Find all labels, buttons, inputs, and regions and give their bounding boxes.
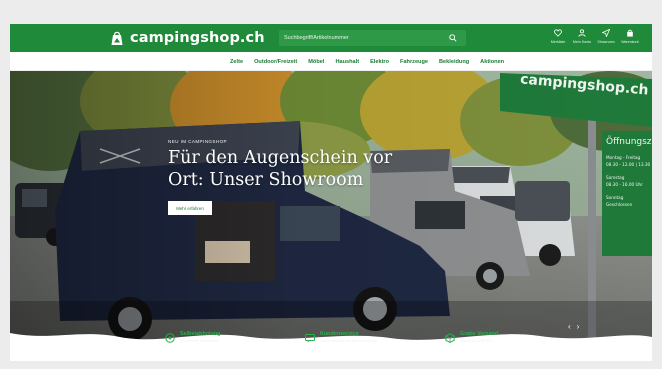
nav-item-bekleidung[interactable]: Bekleidung: [439, 59, 469, 65]
logo-text: campingshop.ch: [130, 30, 265, 46]
usp-title: Gratis Versand: [460, 331, 499, 337]
shopping-bag-icon: [627, 29, 633, 37]
hero-eyebrow: NEU IM CAMPINGSHOP: [168, 139, 228, 144]
usp-subtitle: Schon ab CHF 50.-: [460, 339, 493, 343]
nav-item-elektro[interactable]: Elektro: [370, 59, 389, 65]
hours-line-5: Sonntag: [606, 195, 624, 200]
account-label: Mein Konto: [572, 40, 592, 44]
usp-item-pickup[interactable]: Selbstabholung in unserem Showroom: [165, 331, 220, 343]
hours-line-3: Samstag: [606, 175, 625, 180]
search-icon[interactable]: [449, 34, 457, 42]
hero-slider[interactable]: campingshop.ch Öffnungsz Montag - Freita…: [10, 71, 652, 361]
usp-title: Kundenservice: [320, 331, 359, 337]
wishlist-label: Merkliste: [550, 40, 566, 44]
usp-item-shipping[interactable]: Gratis Versand Schon ab CHF 50.-: [445, 331, 498, 343]
hero-cta-button[interactable]: Mehr erfahren: [168, 201, 212, 215]
nav-item-aktionen[interactable]: Aktionen: [480, 59, 504, 65]
showroom-label: Showroom: [597, 40, 615, 44]
cart-label: Warenkorb: [621, 40, 639, 44]
wishlist-button[interactable]: Merkliste: [546, 27, 570, 50]
shopping-bag-logo-icon: [111, 31, 123, 45]
usp-title: Selbstabholung: [180, 331, 221, 337]
location-arrow-icon: [602, 29, 610, 37]
search-input[interactable]: [284, 30, 444, 46]
nav-item-fahrzeuge[interactable]: Fahrzeuge: [400, 59, 428, 65]
account-button[interactable]: Mein Konto: [570, 27, 594, 50]
site-header: campingshop.ch Merkliste Mein Kon: [10, 24, 652, 52]
hours-line-2: 08.30 - 12.00 | 13.30: [606, 162, 651, 167]
showroom-button[interactable]: Showroom: [594, 27, 618, 50]
location-pin-icon: [165, 333, 175, 343]
cart-button[interactable]: Warenkorb: [618, 27, 642, 50]
package-icon: [445, 333, 455, 343]
hours-line-4: 08.30 - 16.00 Uhr: [606, 182, 643, 187]
hero-showroom-image: [10, 71, 652, 361]
hours-title: Öffnungsz: [606, 137, 652, 147]
site-logo[interactable]: campingshop.ch: [110, 29, 265, 47]
search-bar: [279, 30, 466, 46]
chat-icon: [305, 334, 315, 343]
usp-subtitle: in unserem Showroom: [180, 339, 218, 343]
nav-item-moebel[interactable]: Möbel: [308, 59, 324, 65]
nav-item-zelte[interactable]: Zelte: [230, 59, 243, 65]
nav-item-haushalt[interactable]: Haushalt: [335, 59, 359, 65]
usp-subtitle: Gerne beraten wir Sie in unserem: [320, 339, 377, 343]
main-navigation: Zelte Outdoor/Freizeit Möbel Haushalt El…: [10, 52, 652, 71]
browser-viewport: campingshop.ch Merkliste Mein Kon: [10, 24, 652, 361]
hours-line-1: Montag - Freitag: [606, 155, 641, 160]
header-actions: Merkliste Mein Konto Showroom Warenkorb: [546, 27, 642, 50]
nav-item-outdoor-freizeit[interactable]: Outdoor/Freizeit: [254, 59, 297, 65]
usp-item-service[interactable]: Kundenservice Gerne beraten wir Sie in u…: [305, 331, 377, 343]
hours-line-6: Geschlossen: [606, 202, 633, 207]
user-icon: [578, 29, 586, 37]
usp-bar: Selbstabholung in unserem Showroom Kunde…: [10, 327, 652, 361]
hero-headline: Für den Augenschein vor Ort: Unser Showr…: [168, 148, 393, 190]
heart-icon: [554, 29, 562, 37]
